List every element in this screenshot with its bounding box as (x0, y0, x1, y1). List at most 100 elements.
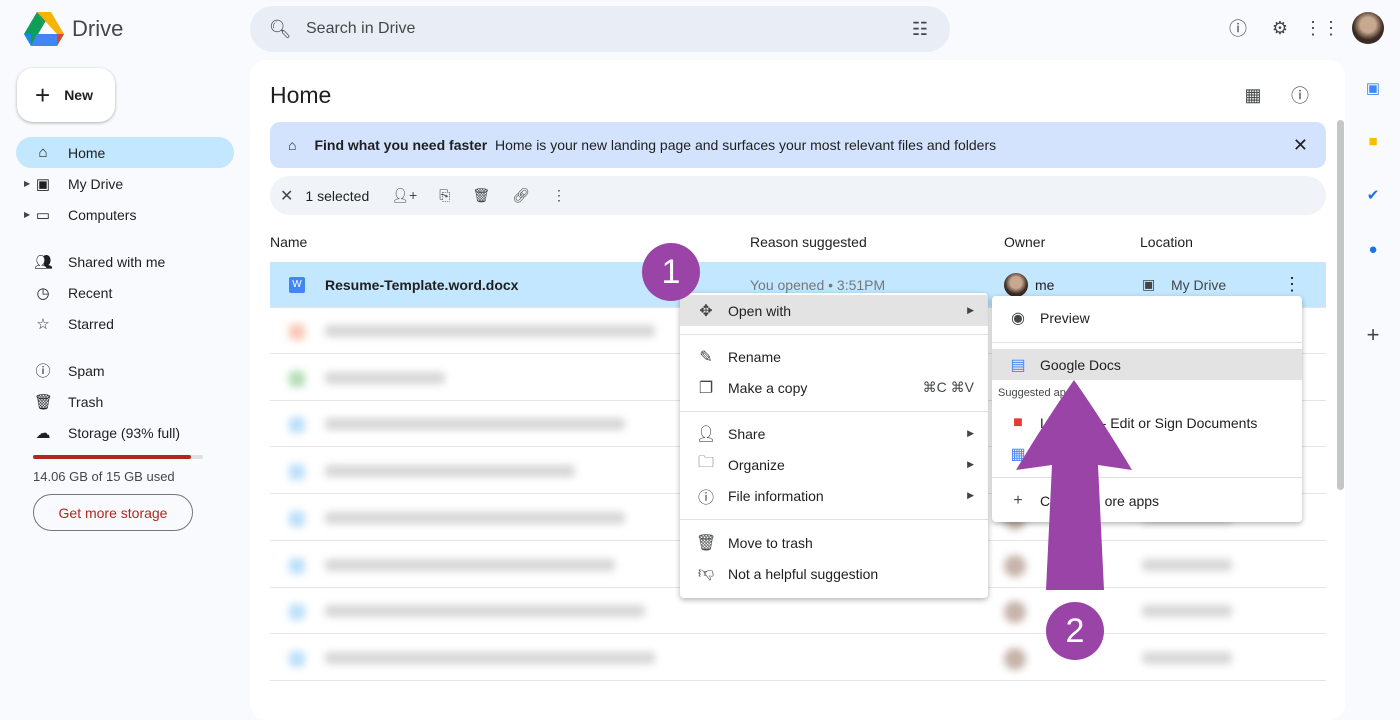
link-icon[interactable]: 🔗︎ (512, 187, 530, 204)
cloud-icon: ☁ (35, 424, 51, 442)
label: Make a copy (728, 379, 808, 396)
caret-right-icon[interactable]: ▶ (24, 179, 30, 188)
col-name[interactable]: Name (270, 234, 307, 250)
label: Open with (728, 302, 792, 319)
menu-share[interactable]: 👤︎ Share ▶ (680, 418, 988, 449)
more-vert-icon[interactable]: ⋮ (552, 187, 566, 204)
sidebar-item-my-drive[interactable]: ▶ ▣ My Drive (16, 168, 234, 199)
new-label: New (64, 87, 93, 103)
label: Move to trash (728, 534, 813, 551)
eye-icon: ◉ (1011, 309, 1025, 327)
label: Trash (68, 393, 104, 410)
arrow-right-icon: ▶ (967, 305, 974, 315)
tasks-icon[interactable]: ✔ (1360, 182, 1386, 208)
sidebar-item-starred[interactable]: ☆ Starred (16, 308, 234, 339)
label: File information (728, 487, 824, 504)
label: Share (728, 425, 766, 442)
people-icon: 👥︎ (34, 253, 54, 271)
spam-icon: ⓘ (35, 363, 51, 380)
rename-icon: ✎ (699, 348, 713, 366)
close-icon[interactable]: ✕ (1293, 135, 1308, 156)
selection-count: 1 selected (305, 187, 370, 204)
get-more-storage-button[interactable]: Get more storage (33, 494, 193, 531)
arrow-right-icon: ▶ (967, 428, 974, 438)
menu-file-information[interactable]: ⓘ File information ▶ (680, 480, 988, 511)
label: Google Docs (1040, 356, 1121, 373)
plus-icon: + (35, 79, 51, 110)
star-icon: ☆ (36, 315, 50, 333)
sidebar-item-storage[interactable]: ☁ Storage (93% full) (16, 417, 234, 448)
clock-icon: ◷ (36, 284, 50, 302)
shortcut: ⌘C ⌘V (922, 379, 974, 395)
sidebar-item-recent[interactable]: ◷ Recent (16, 277, 234, 308)
drive-logo[interactable]: Drive (24, 12, 123, 46)
file-location: My Drive (1171, 277, 1227, 293)
keep-icon[interactable]: ■ (1360, 128, 1386, 154)
home-icon: ⌂ (288, 137, 297, 153)
label: My Drive (68, 175, 124, 192)
trash-icon: 🗑︎ (34, 393, 54, 411)
sidebar-item-computers[interactable]: ▶ ▭ Computers (16, 199, 234, 230)
label: Rename (728, 348, 781, 365)
table-row[interactable] (270, 635, 1326, 681)
word-file-icon: W (289, 277, 305, 293)
gear-icon[interactable]: ⚙ (1268, 16, 1292, 40)
scrollbar[interactable] (1337, 120, 1344, 490)
avatar[interactable] (1352, 12, 1384, 44)
menu-not-helpful[interactable]: 👎︎ Not a helpful suggestion (680, 558, 988, 589)
more-vert-icon[interactable]: ⋮ (1283, 274, 1301, 295)
google-docs-icon: ▤ (1010, 356, 1026, 374)
grid-view-icon[interactable]: ▦ (1241, 83, 1265, 107)
file-owner: me (1035, 277, 1055, 293)
caret-right-icon[interactable]: ▶ (24, 210, 30, 219)
filter-icon[interactable]: ☷ (908, 17, 932, 41)
sidebar-item-spam[interactable]: ⓘ Spam (16, 355, 234, 386)
folder-icon: 🗀︎ (697, 454, 714, 471)
help-icon[interactable]: ⓘ (1226, 16, 1250, 40)
home-icon: ⌂ (38, 144, 48, 161)
add-addon-icon[interactable]: + (1360, 322, 1386, 348)
info-icon[interactable]: ⓘ (1288, 83, 1312, 107)
selection-toolbar: ✕ 1 selected 👤︎+ ⎘ 🗑︎ 🔗︎ ⋮ (270, 176, 1326, 215)
banner-title: Find what you need faster (314, 137, 488, 153)
menu-open-with[interactable]: ✥ Open with ▶ (680, 295, 988, 326)
step-2-badge: 2 (1046, 602, 1104, 660)
label: Recent (68, 284, 113, 301)
arrow-right-icon: ▶ (967, 490, 974, 500)
menu-move-to-trash[interactable]: 🗑︎ Move to trash (680, 527, 988, 558)
share-icon: 👤︎ (696, 425, 717, 443)
clear-selection-icon[interactable]: ✕ (280, 186, 293, 206)
my-drive-icon: ▣ (35, 175, 51, 193)
storage-bar-fill (33, 455, 192, 459)
label: Not a helpful suggestion (728, 565, 879, 582)
annotation-arrow-icon (1016, 380, 1132, 590)
search-input[interactable] (306, 20, 894, 38)
storage-bar (33, 455, 203, 459)
sidebar-item-home[interactable]: ⌂ Home (16, 137, 234, 168)
step-1-badge: 1 (642, 243, 700, 301)
menu-rename[interactable]: ✎ Rename (680, 341, 988, 372)
calendar-icon[interactable]: ▣ (1360, 75, 1386, 101)
apps-grid-icon[interactable]: ⋮⋮ (1304, 16, 1340, 40)
trash-icon[interactable]: 🗑︎ (472, 187, 490, 204)
menu-organize[interactable]: 🗀︎ Organize ▶ (680, 449, 988, 480)
file-reason: You opened • 3:51PM (750, 277, 886, 293)
submenu-google-docs[interactable]: ▤ Google Docs (992, 349, 1302, 380)
sidebar-item-trash[interactable]: 🗑︎ Trash (16, 386, 234, 417)
share-icon[interactable]: 👤︎+ (391, 187, 417, 204)
thumbs-down-icon: 👎︎ (697, 565, 715, 582)
submenu-preview[interactable]: ◉ Preview (992, 302, 1302, 333)
page-title: Home (270, 82, 332, 108)
my-drive-icon: ▣ (1142, 276, 1156, 292)
label: Organize (728, 456, 785, 473)
search-icon[interactable]: 🔍︎ (268, 17, 292, 41)
sidebar-item-shared[interactable]: 👥︎ Shared with me (16, 246, 234, 277)
owner-avatar (1004, 273, 1028, 297)
menu-make-copy[interactable]: ❐ Make a copy ⌘C ⌘V (680, 372, 988, 403)
label: Starred (68, 315, 114, 332)
computers-icon: ▭ (35, 206, 51, 224)
move-icon[interactable]: ⎘ (439, 187, 450, 204)
search-bar[interactable]: 🔍︎ ☷ (250, 6, 950, 52)
new-button[interactable]: + New (17, 68, 115, 122)
contacts-icon[interactable]: ● (1360, 236, 1386, 262)
